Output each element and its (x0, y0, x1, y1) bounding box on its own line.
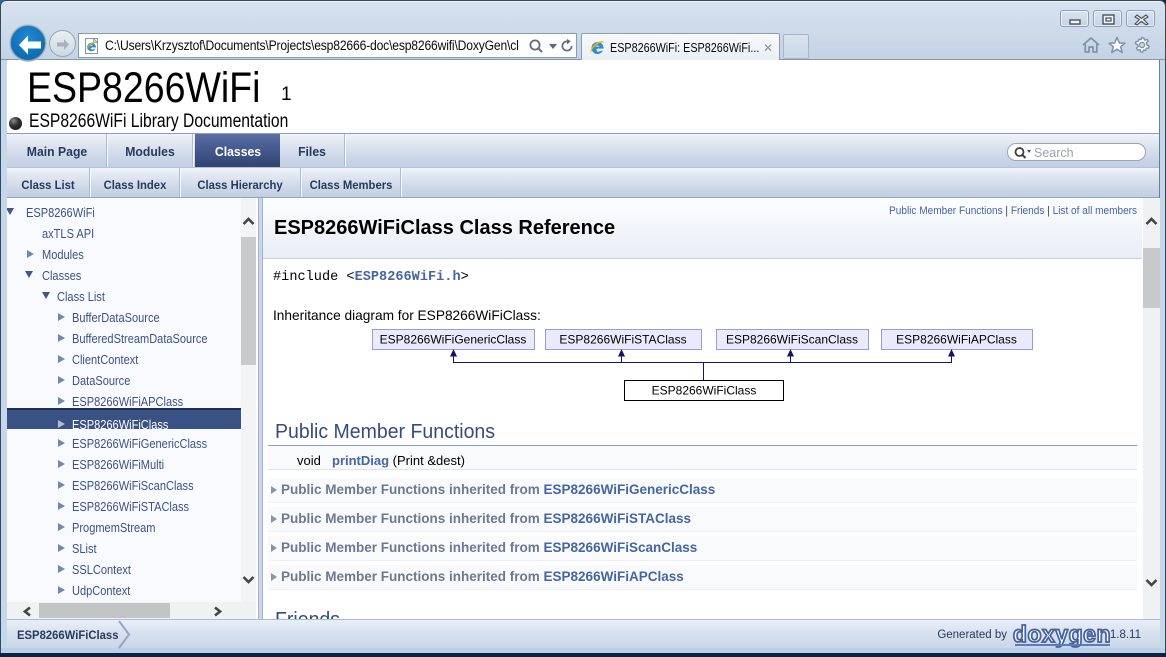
svg-text:ESP8266WiFiAPClass: ESP8266WiFiAPClass (896, 333, 1017, 347)
svg-text:ESP8266WiFiScanClass: ESP8266WiFiScanClass (726, 333, 858, 347)
svg-text:ESP8266WiFiClass: ESP8266WiFiClass (652, 384, 757, 398)
svg-text:ESP8266WiFiGenericClass: ESP8266WiFiGenericClass (380, 333, 527, 347)
svg-text:ESP8266WiFiSTAClass: ESP8266WiFiSTAClass (559, 333, 686, 347)
